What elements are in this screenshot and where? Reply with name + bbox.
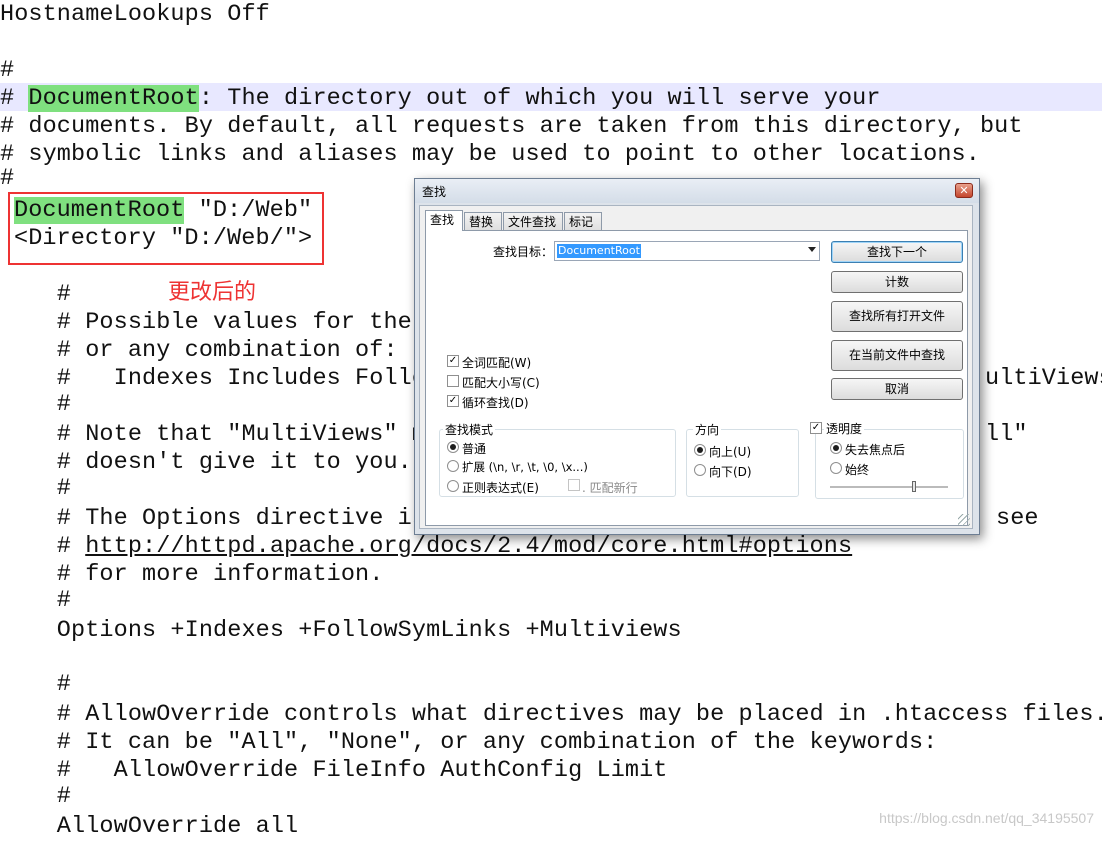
comment-prefix: # [0, 533, 86, 560]
mode-regex-radio[interactable] [447, 480, 459, 492]
code-line: # [0, 391, 72, 418]
transparency-always-radio[interactable] [830, 462, 842, 474]
code-line: # [0, 671, 72, 698]
code-line-tail: ll" [985, 421, 1028, 448]
mode-extended-label: 扩展 (\n, \r, \t, \0, \x...) [462, 460, 588, 474]
mode-extended-radio[interactable] [447, 460, 459, 472]
wrap-around-label: 循环查找(D) [462, 396, 529, 410]
options-doc-link[interactable]: http://httpd.apache.org/docs/2.4/mod/cor… [85, 533, 852, 560]
dialog-body: 查找 替换 文件查找 标记 查找目标： DocumentRoot 查找下一个 计… [419, 205, 973, 529]
transparency-focus-lost-radio[interactable] [830, 442, 842, 454]
find-next-button[interactable]: 查找下一个 [831, 241, 963, 263]
code-line: # AllowOverride FileInfo AuthConfig Limi… [0, 757, 668, 784]
find-all-open-files-button[interactable]: 查找所有打开文件 [831, 301, 963, 332]
code-line-docroot-comment: # DocumentRoot: The directory out of whi… [0, 85, 881, 113]
mode-regex-label: 正则表达式(E) [462, 481, 539, 495]
code-line: HostnameLookups Off [0, 1, 270, 28]
dialog-titlebar[interactable]: 查找 ✕ [415, 179, 979, 203]
chevron-down-icon[interactable] [808, 247, 816, 252]
resize-grip[interactable] [958, 514, 970, 526]
code-line: # Note that "MultiViews" m [0, 421, 427, 448]
code-line: Options +Indexes +FollowSymLinks +Multiv… [0, 617, 682, 644]
direction-down-label: 向下(D) [709, 465, 752, 479]
direction-up-radio[interactable] [694, 444, 706, 456]
find-target-combobox[interactable]: DocumentRoot [554, 241, 820, 261]
code-line: # AllowOverride controls what directives… [0, 701, 1102, 728]
tab-replace[interactable]: 替换 [464, 212, 502, 230]
transparency-focus-lost-label: 失去焦点后 [845, 443, 906, 457]
code-line: # for more information. [0, 561, 384, 588]
find-target-label: 查找目标： [493, 245, 554, 259]
code-line: # documents. By default, all requests ar… [0, 113, 1023, 140]
code-line: # symbolic links and aliases may be used… [0, 141, 980, 168]
code-line: AllowOverride all [0, 813, 299, 840]
find-pane: 查找目标： DocumentRoot 查找下一个 计数 查找所有打开文件 在当前… [425, 230, 968, 526]
code-line: # Indexes Includes Follo [0, 365, 427, 392]
direction-label: 方向 [693, 421, 722, 438]
comment-prefix: # [0, 85, 29, 112]
find-target-value[interactable]: DocumentRoot [557, 244, 641, 258]
search-mode-label: 查找模式 [443, 421, 496, 438]
tab-find-in-files[interactable]: 文件查找 [503, 212, 563, 230]
code-line: # or any combination of: [0, 337, 398, 364]
code-line: # The Options directive is [0, 505, 427, 532]
code-line: # [0, 165, 15, 192]
code-line-tail: ultiViews [985, 365, 1102, 392]
code-line-link: # http://httpd.apache.org/docs/2.4/mod/c… [0, 533, 852, 561]
count-button[interactable]: 计数 [831, 271, 963, 293]
tab-mark[interactable]: 标记 [564, 212, 602, 230]
comment-text: : The directory out of which you will se… [198, 85, 881, 112]
code-line: # It can be "All", "None", or any combin… [0, 729, 938, 756]
transparency-label: 透明度 [824, 420, 865, 437]
tab-find[interactable]: 查找 [425, 210, 463, 231]
transparency-slider-thumb[interactable] [912, 481, 916, 492]
code-line: # [0, 587, 72, 614]
search-match-highlight: DocumentRoot [28, 85, 199, 112]
annotation-box [8, 192, 324, 265]
close-icon[interactable]: ✕ [955, 183, 973, 198]
mode-normal-radio[interactable] [447, 441, 459, 453]
dot-newline-checkbox[interactable] [568, 479, 580, 491]
wrap-around-checkbox[interactable]: ✓ [447, 395, 459, 407]
code-line: # [0, 783, 72, 810]
dot-newline-label: . 匹配新行 [582, 481, 638, 495]
transparency-slider-track[interactable] [830, 486, 948, 489]
code-line: # [0, 281, 72, 308]
code-line-tail: see [996, 505, 1039, 532]
annotation-note: 更改后的 [168, 280, 257, 305]
direction-up-label: 向上(U) [709, 445, 752, 459]
code-line: # Possible values for the [0, 309, 412, 336]
dialog-title: 查找 [422, 185, 447, 199]
transparency-always-label: 始终 [845, 463, 870, 477]
find-dialog: 查找 ✕ 查找 替换 文件查找 标记 查找目标： DocumentRoot 查找… [414, 178, 980, 535]
code-line: # [0, 475, 72, 502]
find-in-current-file-button[interactable]: 在当前文件中查找 [831, 340, 963, 371]
code-line: # doesn't give it to you. [0, 449, 412, 476]
cancel-button[interactable]: 取消 [831, 378, 963, 400]
whole-word-label: 全词匹配(W) [462, 356, 532, 370]
match-case-checkbox[interactable] [447, 375, 459, 387]
code-line: # [0, 57, 15, 84]
match-case-label: 匹配大小写(C) [462, 376, 540, 390]
direction-down-radio[interactable] [694, 464, 706, 476]
transparency-checkbox[interactable]: ✓ [810, 422, 822, 434]
watermark: https://blog.csdn.net/qq_34195507 [879, 810, 1094, 826]
whole-word-checkbox[interactable]: ✓ [447, 355, 459, 367]
mode-normal-label: 普通 [462, 442, 487, 456]
